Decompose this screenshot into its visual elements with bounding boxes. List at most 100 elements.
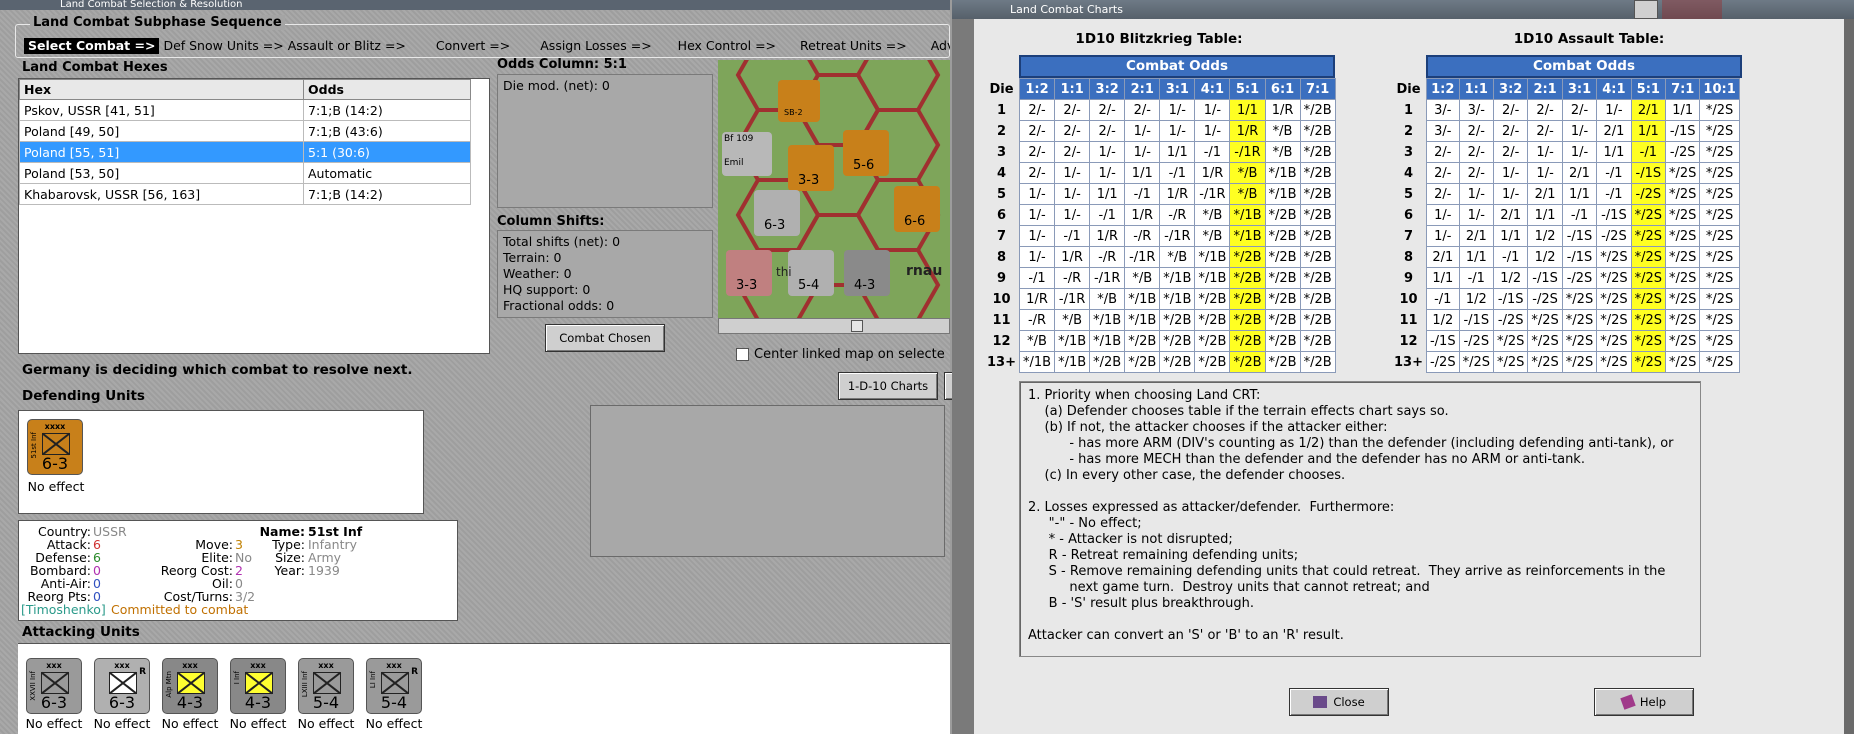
hex-cell[interactable]: Poland [49, 50] [19,120,304,142]
attacker-size: xxx [250,661,266,670]
blitz-result-cell: 2/- [1089,120,1126,142]
year-label: Year: [274,563,305,578]
hex-row[interactable]: Poland [53, 50] Automatic [19,162,471,184]
attacker-counter[interactable]: xxx R 6-3 [94,658,150,714]
blitz-result-cell: */2B [1299,99,1336,121]
col-hex[interactable]: Hex [19,79,304,100]
assault-row: 5 2/- 1/- 1/- 2/1 1/1 -/1 -/2S */2S */2S [1391,183,1740,205]
blitz-result-cell: */2B [1159,351,1196,373]
blitz-result-cell: */2B [1264,246,1301,268]
map-unit-bf109[interactable]: Bf 109 Emil [722,132,772,176]
hex-row[interactable]: Poland [55, 51] 5:1 (30:6) [19,141,471,163]
blitz-row: 13+ */1B */1B */2B */2B */2B */2B */2B */2B */2B [984,351,1336,373]
odds-cell[interactable]: Automatic [303,162,471,184]
blitz-result-cell: 1/R [1089,225,1126,247]
sequence-step-0: Select Combat => [24,38,160,54]
hex-cell[interactable]: Poland [53, 50] [19,162,304,184]
blitz-result-cell: 1/1 [1229,99,1266,121]
map-unit-g[interactable]: 4-3 [844,250,890,296]
attacker-size: xxx [318,661,334,670]
blitz-result-cell: 1/- [1194,99,1231,121]
unit-info-panel: Country: USSR Attack: 6 Defense: 6 Bomba… [18,520,458,621]
blitz-die-value: 3 [984,141,1020,163]
attacker-counter[interactable]: xxx Alp Mtn 4-3 [162,658,218,714]
hex-row[interactable]: Pskov, USSR [41, 51] 7:1;B (14:2) [19,99,471,121]
map-unit-d[interactable]: 6-6 [894,186,940,232]
close-button[interactable]: Close [1289,688,1389,716]
infantry-symbol-icon [109,672,137,694]
map-hscrollbar[interactable] [718,318,950,334]
charts-button[interactable]: 1-D-10 Charts [838,372,938,400]
hex-cell[interactable]: Khabarovsk, USSR [56, 163] [19,183,304,205]
blitz-result-cell: */B [1194,204,1231,226]
assault-odds-column: 4:1 [1596,78,1632,100]
blitz-result-cell: */2B [1299,351,1336,373]
blitz-result-cell: */1B [1089,330,1126,352]
attacker-counter[interactable]: xxx LXIII Inf 5-4 [298,658,354,714]
charts-vscrollbar[interactable] [1844,19,1854,734]
defender-result: No effect [27,479,85,494]
help-button[interactable]: Help [1594,688,1694,716]
commander-name[interactable]: [Timoshenko] [21,603,106,616]
blitz-result-cell: */1B [1018,351,1056,373]
col-odds[interactable]: Odds [303,79,471,100]
odds-cell[interactable]: 5:1 (30:6) [303,141,471,163]
blitz-result-cell: 1/R [1194,162,1231,184]
attacker-counter[interactable]: xxx I Inf 4-3 [230,658,286,714]
blitz-result-cell: -/1R [1089,267,1126,289]
odds-cell[interactable]: 7:1;B (14:2) [303,183,471,205]
blitz-result-cell: */B [1124,267,1161,289]
assault-die-value: 2 [1391,120,1427,142]
attacker-size: xxx [46,661,62,670]
blitz-result-cell: */2B [1194,351,1231,373]
blitz-result-cell: 1/R [1229,120,1266,142]
map-unit-f[interactable]: 5-4 [788,250,834,296]
attacker-counter[interactable]: xxx LI Inf R 5-4 [366,658,422,714]
assault-result-cell: 1/- [1492,183,1529,205]
blitz-odds-column: 1:1 [1054,78,1091,100]
hex-row[interactable]: Khabarovsk, USSR [56, 163] 7:1;B (14:2) [19,183,471,205]
assault-odds-column: 5:1 [1630,78,1667,100]
land-combat-charts-window: Land Combat Charts 1D10 Blitzkrieg Table… [952,0,1854,734]
assault-result-cell: */2S [1665,225,1701,247]
map-unit-b[interactable]: 5-6 [843,130,889,176]
assault-result-cell: */2S [1699,120,1740,142]
map-unit-e[interactable]: 3-3 [726,250,772,296]
assault-result-cell: */2S [1561,330,1598,352]
blitz-result-cell: */2B [1299,120,1336,142]
hex-cell[interactable]: Pskov, USSR [41, 51] [19,99,304,121]
blitz-result-cell: 1/- [1018,246,1056,268]
defender-strength: 6-3 [41,454,69,473]
column-shifts-label: Column Shifts: [497,214,605,229]
map-unit-a[interactable]: 3-3 [788,145,834,191]
assault-result-cell: 1/2 [1527,246,1563,268]
blitz-result-cell: */B [1054,309,1091,331]
odds-cell[interactable]: 7:1;B (43:6) [303,120,471,142]
odds-cell[interactable]: 7:1;B (14:2) [303,99,471,121]
assault-result-cell: */2S [1665,183,1701,205]
assault-result-cell: 2/- [1527,120,1563,142]
blitz-result-cell: */2B [1194,330,1231,352]
hex-row[interactable]: Poland [49, 50] 7:1;B (43:6) [19,120,471,142]
blitz-result-cell: */B [1194,225,1231,247]
attacker-counter[interactable]: xxx XXVII Inf 6-3 [26,658,82,714]
blitz-result-cell: -/1 [1194,141,1231,163]
assault-result-cell: 2/1 [1425,246,1460,268]
map-scroll-thumb[interactable] [851,320,863,332]
map-unit-sb2[interactable]: SB-2 [778,80,820,122]
blitz-result-cell: */2B [1299,246,1336,268]
hex-cell[interactable]: Poland [55, 51] [19,141,304,163]
defender-counter[interactable]: xxxx 51st Inf 6-3 [27,419,83,475]
center-map-label: Center linked map on selecte [754,347,945,362]
mini-map[interactable]: SB-2 Bf 109 Emil 3-3 5-6 6-3 6-6 3-3 5-4 … [718,60,950,318]
assault-table-title: 1D10 Assault Table: [1513,31,1665,47]
blitz-result-cell: */1B [1124,309,1161,331]
blitz-result-cell: -/1 [1054,225,1091,247]
assault-result-cell: 2/- [1458,120,1494,142]
center-map-checkbox[interactable] [736,348,749,361]
blitz-die-value: 9 [984,267,1020,289]
combat-chosen-button[interactable]: Combat Chosen [545,324,665,352]
assault-row: 8 2/1 1/1 -/1 1/2 -/1S */2S */2S */2S */2S [1391,246,1740,268]
map-unit-c[interactable]: 6-3 [754,190,800,236]
attacker-size: xxx [182,661,198,670]
